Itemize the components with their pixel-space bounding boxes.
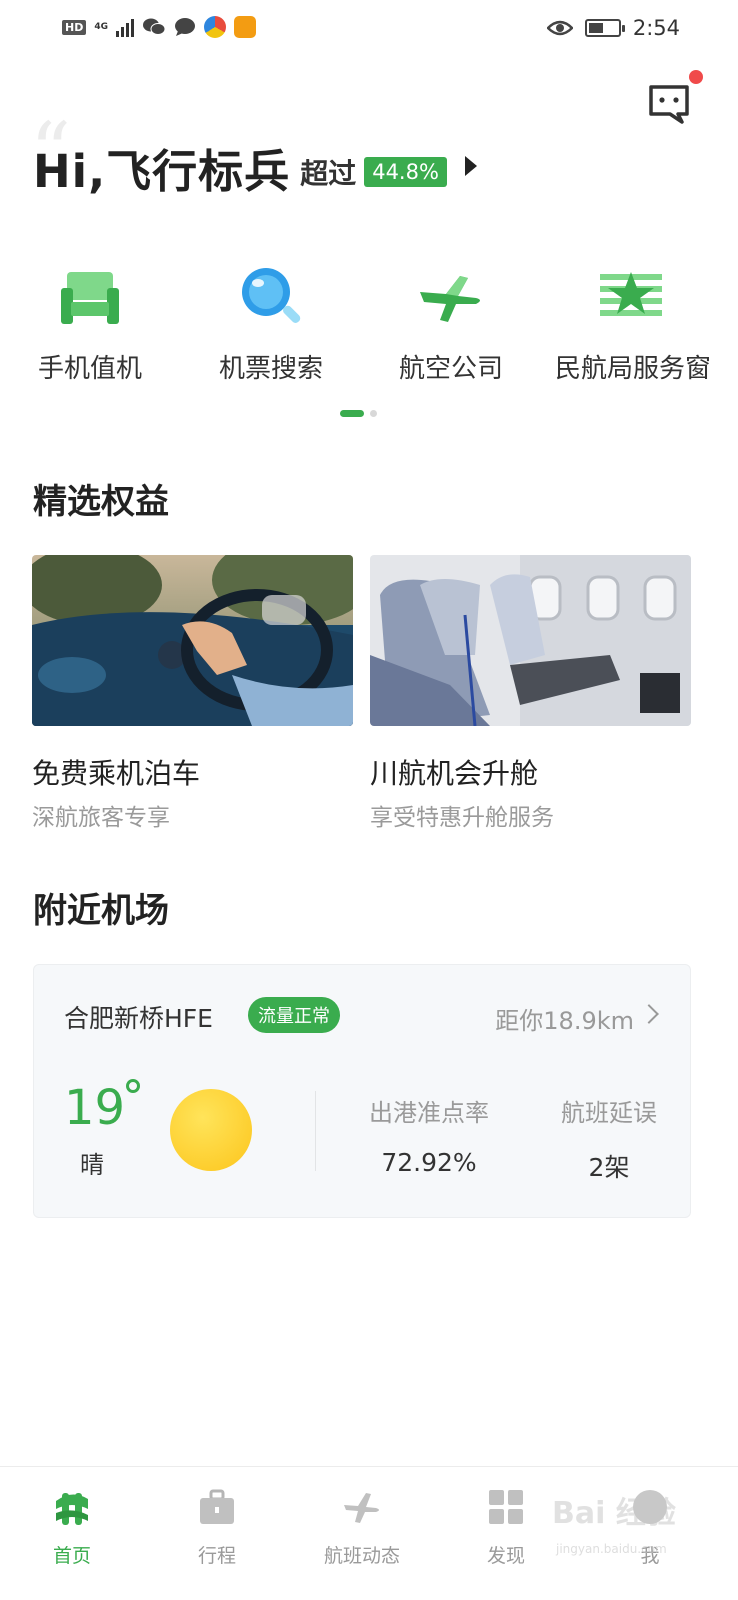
status-bar: HD 4G 2:54 [0,0,738,58]
greeting-row[interactable]: Hi,飞行标兵 超过 44.8% [33,135,477,200]
benefits-section-title: 精选权益 [33,482,169,522]
plane-icon [342,1487,382,1527]
pager-dot [370,410,377,417]
services-pager [340,410,377,417]
greeting-title: Hi,飞行标兵 [33,145,291,198]
status-left: HD 4G [62,16,256,38]
service-ticket-search[interactable]: 机票搜索 [176,262,366,385]
divider [315,1091,316,1171]
shopping-app-icon [234,16,256,38]
stat-value: 72.92% [381,1148,477,1177]
tab-home[interactable]: 首页 [12,1481,132,1568]
benefit-title: 川航机会升舱 [370,757,539,790]
stat-value: 2架 [588,1153,630,1182]
tab-flight-status[interactable]: 航班动态 [302,1481,422,1568]
greeting-percent-badge: 44.8% [364,156,447,187]
quick-services: 手机值机 机票搜索 航空公司 民航局服务窗 [0,262,738,392]
search-icon [236,262,306,332]
arrow-right-icon [464,155,477,176]
tab-discover[interactable]: 发现 [446,1481,566,1568]
airport-distance[interactable]: 距你18.9km [495,1001,634,1036]
pager-dot-active [340,410,364,417]
hd-badge: HD [62,19,87,35]
stat-delays: 航班延误 2架 [549,1093,669,1184]
chevron-right-icon[interactable] [639,1004,659,1024]
clock: 2:54 [632,16,680,40]
message-icon[interactable] [648,84,690,124]
service-label: 民航局服务窗 [554,354,711,384]
watermark-url: jingyan.baidu.com [556,1542,667,1556]
airplane-icon [416,262,486,332]
watermark: Bai 经验 [552,1496,676,1531]
sun-icon [170,1089,252,1171]
stat-label: 出港准点率 [369,1099,489,1127]
nearby-section-title: 附近机场 [33,891,169,931]
chat-bubble-icon [175,18,195,36]
service-airlines[interactable]: 航空公司 [356,262,546,385]
tab-itinerary[interactable]: 行程 [157,1481,277,1568]
service-label: 手机值机 [37,354,142,384]
airplane-seat-photo [370,555,691,726]
wechat-icon [143,18,166,35]
tab-label: 航班动态 [323,1545,400,1567]
greeting-exceed-label: 超过 [300,156,357,190]
benefit-subtitle: 享受特惠升舱服务 [370,805,554,831]
grid-icon [486,1487,526,1527]
airport-name: 合肥新桥HFE [64,1004,213,1033]
network-type: 4G [94,21,108,32]
bottom-tab-bar: 首页 行程 航班动态 发现 我 [0,1466,738,1600]
seat-icon [55,262,125,332]
benefit-title: 免费乘机泊车 [32,757,201,790]
battery-icon [584,19,625,37]
airport-card[interactable]: 合肥新桥HFE 流量正常 距你18.9km 19 晴 出港准点率 72.92% … [33,964,691,1218]
weather-text: 晴 [80,1151,104,1179]
service-checkin[interactable]: 手机值机 [0,262,185,385]
service-label: 航空公司 [398,354,503,384]
benefit-card-upgrade[interactable]: 川航机会升舱 享受特惠升舱服务 [370,555,691,832]
home-icon [52,1487,92,1527]
signal-icon [116,17,134,37]
benefit-subtitle: 深航旅客专享 [32,805,170,831]
tab-label: 首页 [52,1545,91,1567]
tab-label: 发现 [486,1545,525,1567]
star-flag-icon [598,262,668,332]
traffic-status-badge: 流量正常 [248,997,340,1033]
stat-ontime: 出港准点率 72.92% [364,1093,494,1177]
briefcase-icon [197,1487,237,1527]
service-caac-window[interactable]: 民航局服务窗 [538,262,728,385]
stat-label: 航班延误 [561,1099,657,1127]
benefit-card-parking[interactable]: 免费乘机泊车 深航旅客专享 [32,555,353,832]
degree-symbol [126,1079,140,1093]
tab-label: 行程 [197,1545,236,1567]
notification-dot [689,70,703,84]
temperature: 19 [64,1080,126,1136]
car-driving-photo [32,555,353,726]
service-label: 机票搜索 [218,354,323,384]
status-right: 2:54 [546,16,680,40]
eye-icon [546,20,573,36]
browser-app-icon [204,16,226,38]
